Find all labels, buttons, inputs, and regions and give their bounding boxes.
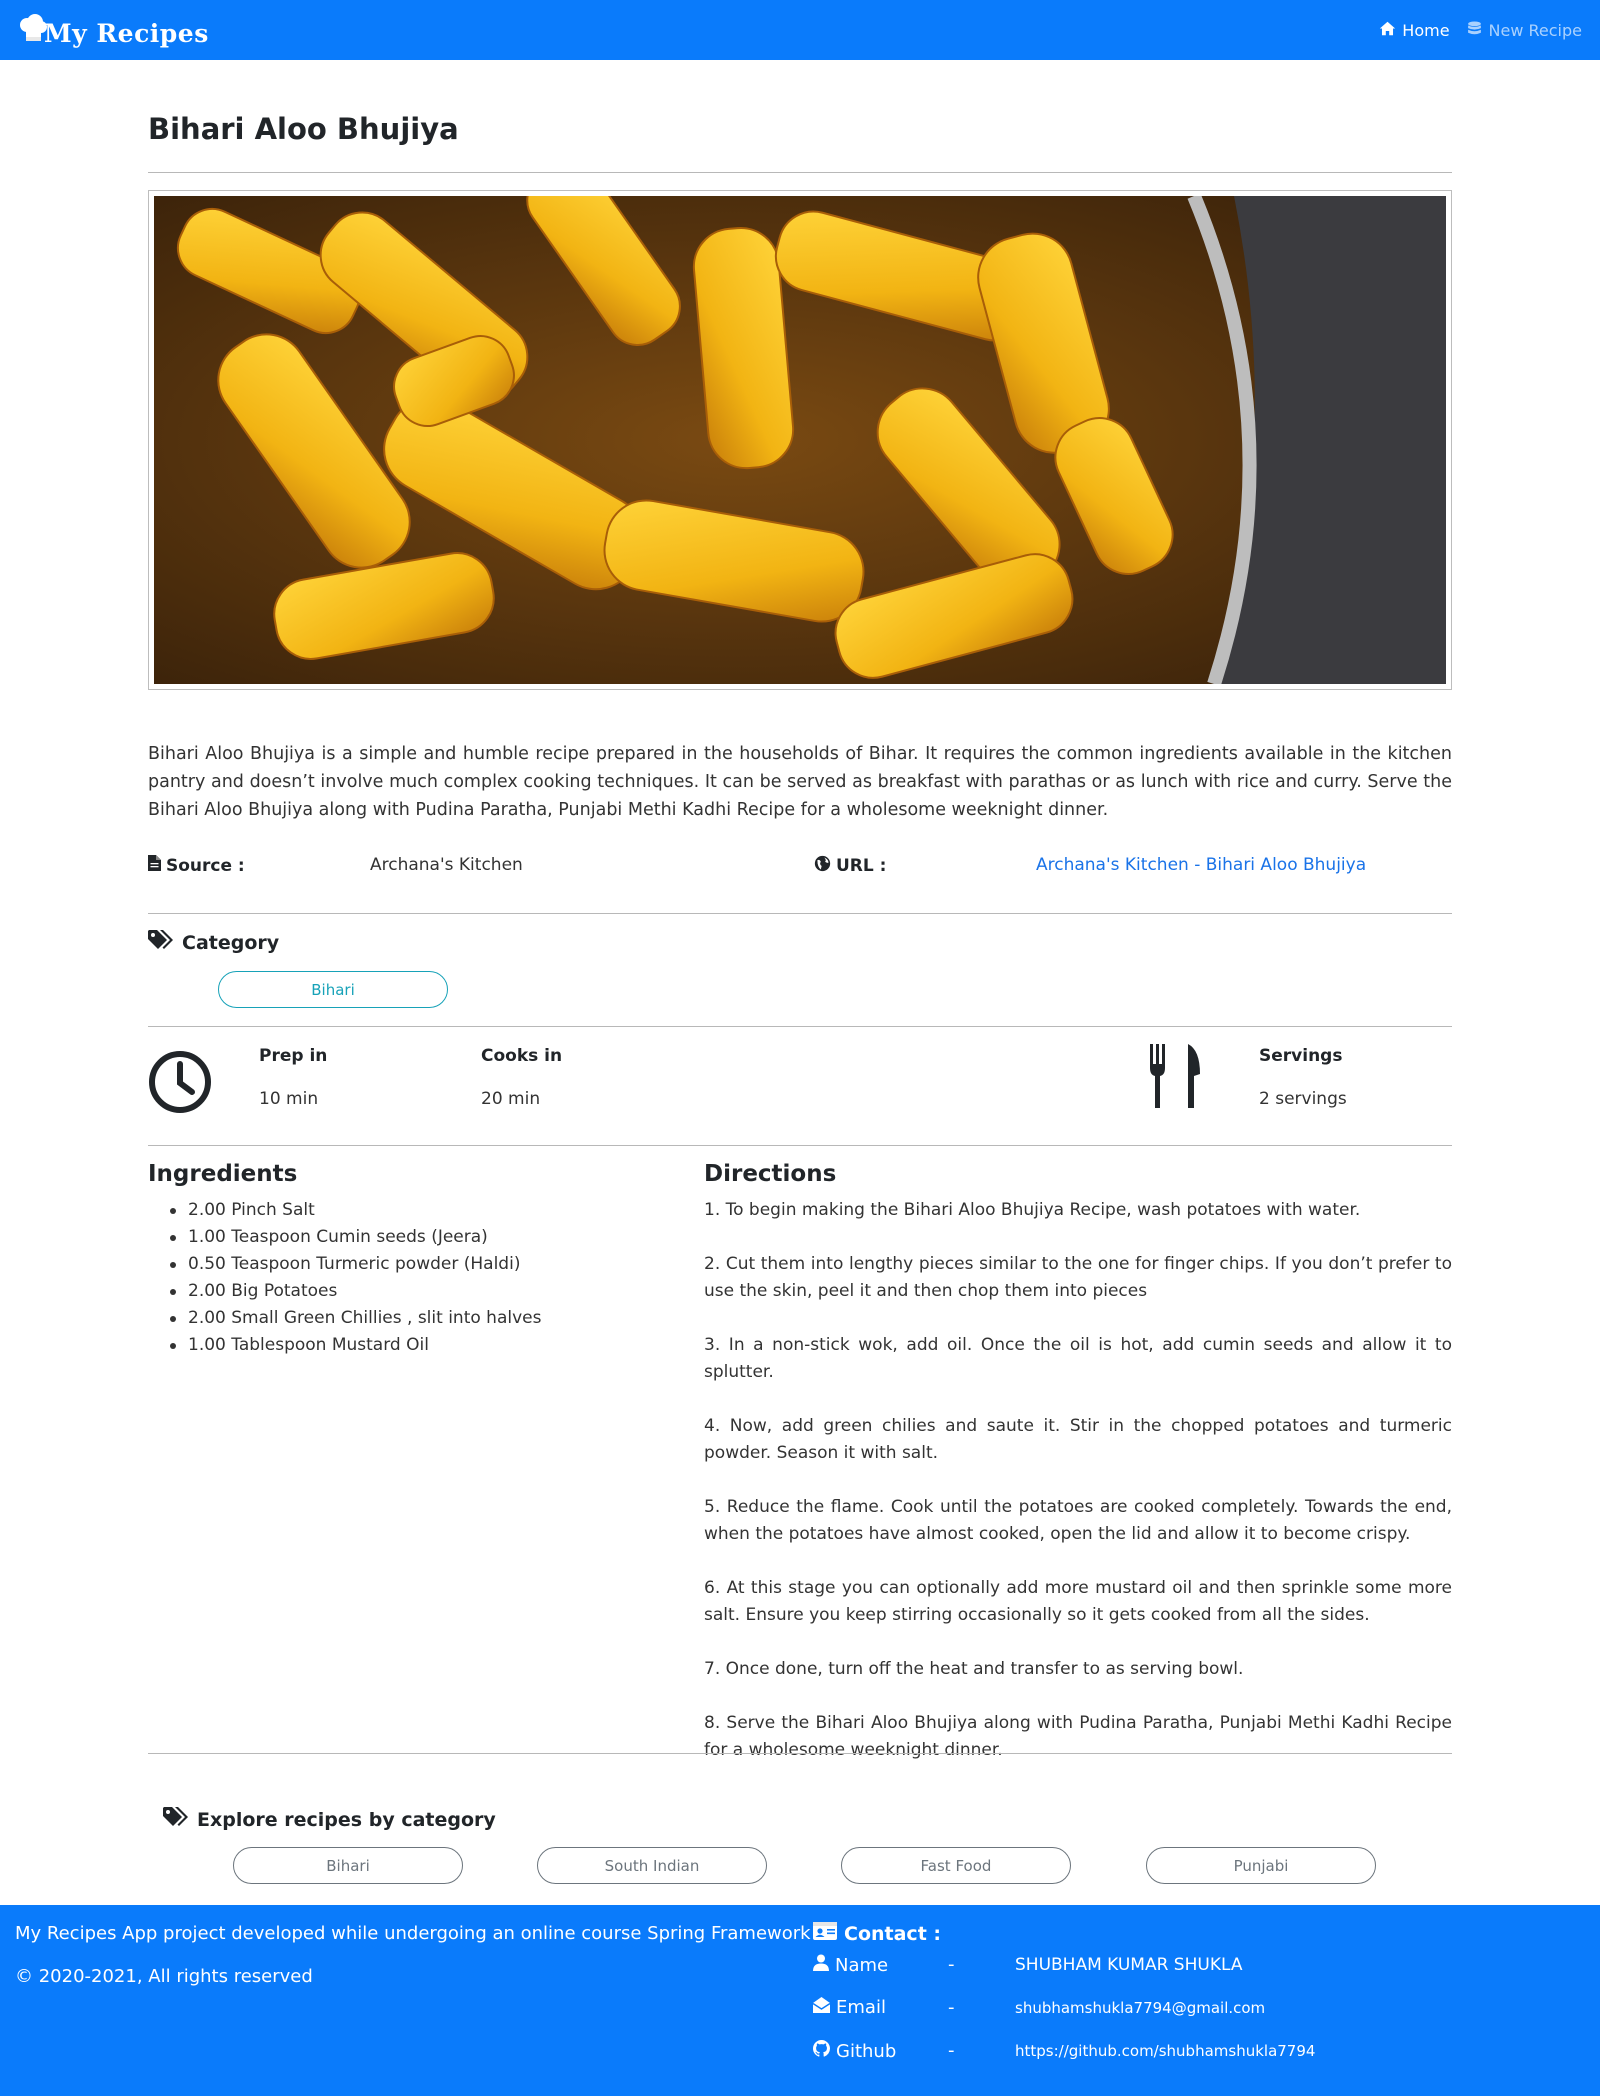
recipe-url-link[interactable]: Archana's Kitchen - Bihari Aloo Bhujiya: [1036, 855, 1366, 875]
contact-name-value: SHUBHAM KUMAR SHUKLA: [1015, 1955, 1243, 1975]
user-icon: [813, 1954, 829, 1976]
github-icon: [813, 2040, 830, 2062]
ingredients-heading: Ingredients: [148, 1161, 298, 1187]
tags-icon: [148, 929, 174, 956]
category-heading: Category: [148, 929, 279, 956]
navbar: My Recipes Home New Recipe: [0, 0, 1600, 60]
direction-step: 6. At this stage you can optionally add …: [704, 1578, 1452, 1625]
source-label: Source :: [148, 855, 245, 876]
footer: My Recipes App project developed while u…: [0, 1905, 1600, 2096]
divider: [148, 1026, 1452, 1027]
database-icon: [1466, 20, 1483, 41]
id-card-icon: [813, 1922, 837, 1945]
prep-label: Prep in: [259, 1046, 328, 1066]
clock-icon: [148, 1050, 212, 1118]
divider: [148, 913, 1452, 914]
divider: [148, 1145, 1452, 1146]
explore-category-bihari[interactable]: Bihari: [233, 1847, 463, 1884]
globe-icon: [814, 855, 831, 877]
contact-heading-text: Contact :: [844, 1922, 941, 1945]
tags-icon: [163, 1806, 189, 1833]
nav-home-link[interactable]: Home: [1379, 20, 1450, 41]
separator-dash: -: [948, 1954, 955, 1975]
directions-heading: Directions: [704, 1161, 837, 1187]
recipe-description: Bihari Aloo Bhujiya is a simple and humb…: [148, 744, 1452, 820]
file-icon: [148, 855, 161, 876]
footer-about: My Recipes App project developed while u…: [15, 1923, 828, 1944]
source-value: Archana's Kitchen: [370, 855, 523, 875]
ingredient-item: 1.00 Tablespoon Mustard Oil: [148, 1332, 668, 1359]
prep-value: 10 min: [259, 1089, 319, 1109]
nav-home-label: Home: [1402, 20, 1450, 40]
cook-label: Cooks in: [481, 1046, 563, 1066]
envelope-open-icon: [812, 1997, 831, 2018]
servings-label: Servings: [1259, 1046, 1343, 1066]
separator-dash: -: [948, 1997, 955, 2018]
url-label: URL :: [814, 855, 886, 877]
contact-heading: Contact :: [813, 1922, 941, 1945]
ingredient-item: 2.00 Small Green Chillies , slit into ha…: [148, 1305, 668, 1332]
ingredient-item: 0.50 Teaspoon Turmeric powder (Haldi): [148, 1251, 668, 1278]
source-label-text: Source :: [166, 855, 245, 876]
contact-github-label: Github: [813, 2040, 896, 2062]
brand-name: My Recipes: [44, 18, 209, 48]
contact-github-label-text: Github: [836, 2040, 897, 2062]
direction-step: 1. To begin making the Bihari Aloo Bhuji…: [704, 1200, 1361, 1220]
time-info: Prep in 10 min Cooks in 20 min Servings …: [148, 1040, 1452, 1130]
brand-link[interactable]: My Recipes: [18, 8, 209, 52]
home-icon: [1379, 20, 1396, 41]
url-label-text: URL :: [836, 856, 887, 876]
contact-name-label-text: Name: [835, 1954, 889, 1976]
recipe-image: [154, 196, 1446, 684]
direction-step: 5. Reduce the flame. Cook until the pota…: [704, 1497, 1452, 1544]
contact-name-label: Name: [813, 1954, 888, 1976]
ingredient-item: 2.00 Pinch Salt: [148, 1197, 668, 1224]
explore-heading-text: Explore recipes by category: [197, 1808, 496, 1831]
recipe-title: Bihari Aloo Bhujiya: [148, 112, 459, 146]
explore-category-south-indian[interactable]: South Indian: [537, 1847, 767, 1884]
contact-email-label-text: Email: [836, 1997, 886, 2018]
utensils-icon: [1148, 1044, 1202, 1114]
directions-list: 1. To begin making the Bihari Aloo Bhuji…: [704, 1197, 1452, 1791]
direction-step: 2. Cut them into lengthy pieces similar …: [704, 1254, 1452, 1301]
category-heading-text: Category: [182, 931, 280, 954]
divider: [148, 172, 1452, 173]
explore-heading: Explore recipes by category: [163, 1806, 496, 1833]
divider: [148, 1753, 1452, 1754]
cook-value: 20 min: [481, 1089, 541, 1109]
nav-new-recipe-label: New Recipe: [1488, 20, 1582, 40]
explore-category-fast-food[interactable]: Fast Food: [841, 1847, 1071, 1884]
ingredient-item: 1.00 Teaspoon Cumin seeds (Jeera): [148, 1224, 668, 1251]
direction-step: 8. Serve the Bihari Aloo Bhujiya along w…: [704, 1713, 1452, 1760]
contact-email-label: Email: [812, 1997, 886, 2018]
direction-step: 4. Now, add green chilies and saute it. …: [704, 1416, 1452, 1463]
contact-github-link[interactable]: https://github.com/shubhamshukla7794: [1015, 2042, 1315, 2060]
ingredients-list: 2.00 Pinch Salt 1.00 Teaspoon Cumin seed…: [148, 1197, 668, 1359]
ingredient-item: 2.00 Big Potatoes: [148, 1278, 668, 1305]
chef-hat-icon: [18, 13, 48, 47]
direction-step: 7. Once done, turn off the heat and tran…: [704, 1659, 1244, 1679]
category-pill-bihari[interactable]: Bihari: [218, 971, 448, 1008]
servings-value: 2 servings: [1259, 1089, 1347, 1109]
nav-links: Home New Recipe: [1379, 0, 1582, 60]
footer-copyright: © 2020-2021, All rights reserved: [15, 1966, 313, 1987]
direction-step: 3. In a non-stick wok, add oil. Once the…: [704, 1335, 1452, 1382]
contact-email-link[interactable]: shubhamshukla7794@gmail.com: [1015, 1999, 1265, 2017]
recipe-image-frame: [148, 190, 1452, 690]
nav-new-recipe-link[interactable]: New Recipe: [1466, 20, 1582, 41]
source-row: Source : Archana's Kitchen URL : Archana…: [148, 855, 1452, 881]
separator-dash: -: [948, 2040, 955, 2061]
explore-category-punjabi[interactable]: Punjabi: [1146, 1847, 1376, 1884]
